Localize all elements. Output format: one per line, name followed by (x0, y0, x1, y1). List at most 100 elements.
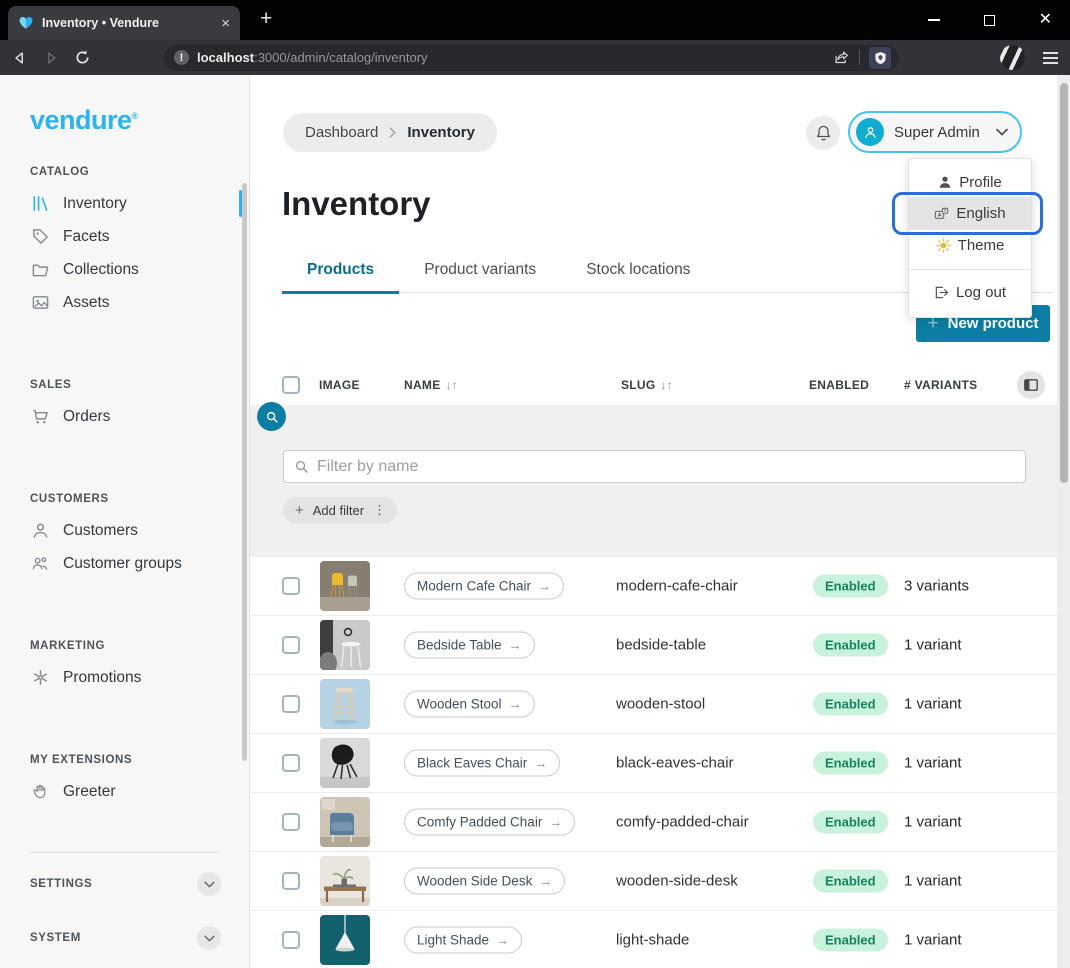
product-thumbnail[interactable] (320, 738, 370, 788)
site-info-icon[interactable]: ! (174, 50, 189, 65)
product-name-link[interactable]: Black Eaves Chair→ (404, 750, 560, 777)
scrollbar-thumb[interactable] (1060, 83, 1068, 483)
address-bar[interactable]: ! localhost:3000/admin/catalog/inventory (164, 45, 899, 71)
column-settings-button[interactable] (1017, 371, 1045, 399)
sidebar-item-greeter[interactable]: Greeter (0, 775, 249, 808)
table-row: Wooden Side Desk→ wooden-side-desk Enabl… (250, 852, 1057, 911)
table-header: IMAGE NAME↓↑ SLUG↓↑ ENABLED # VARIANTS (250, 365, 1057, 405)
menu-item-theme[interactable]: Theme (909, 230, 1031, 260)
folder-icon (30, 260, 50, 279)
product-thumbnail[interactable] (320, 620, 370, 670)
share-icon[interactable] (833, 50, 850, 65)
sidebar-section-system[interactable]: SYSTEM (0, 915, 249, 961)
reload-icon[interactable] (74, 49, 91, 66)
product-thumbnail[interactable] (320, 797, 370, 847)
sort-icon[interactable]: ↓↑ (661, 378, 674, 392)
window-maximize-icon[interactable] (984, 15, 995, 26)
product-name-link[interactable]: Bedside Table→ (404, 632, 535, 659)
url-path: :3000/admin/catalog/inventory (254, 50, 427, 65)
breadcrumb[interactable]: Dashboard Inventory (283, 113, 497, 152)
columns-icon (1024, 379, 1038, 391)
breadcrumb-dashboard[interactable]: Dashboard (305, 124, 378, 141)
menu-divider (909, 269, 1031, 270)
product-name-link[interactable]: Modern Cafe Chair→ (404, 573, 564, 600)
product-slug: comfy-padded-chair (616, 814, 749, 831)
browser-tab[interactable]: Inventory • Vendure × (8, 6, 240, 40)
user-menu-button[interactable]: Super Admin (848, 111, 1022, 153)
select-all-checkbox[interactable] (282, 376, 300, 394)
sidebar-section-settings[interactable]: SETTINGS (0, 861, 249, 907)
row-checkbox[interactable] (282, 931, 300, 949)
menu-item-language[interactable]: English (909, 197, 1031, 230)
column-header-enabled: ENABLED (809, 378, 869, 392)
row-checkbox[interactable] (282, 695, 300, 713)
section-label: CUSTOMERS (0, 493, 249, 505)
row-checkbox[interactable] (282, 636, 300, 654)
variant-count: 3 variants (904, 578, 969, 595)
kebab-menu-icon[interactable]: ⋮ (373, 502, 386, 518)
sidebar-section-customers: CUSTOMERS Customers Customer groups (0, 493, 249, 580)
back-icon[interactable] (12, 50, 28, 66)
user-name: Super Admin (894, 124, 986, 141)
row-checkbox[interactable] (282, 872, 300, 890)
notifications-button[interactable] (806, 116, 840, 150)
brave-shields-icon[interactable] (869, 47, 891, 69)
product-slug: wooden-side-desk (616, 873, 738, 890)
arrow-right-icon: → (539, 874, 552, 889)
filter-input[interactable] (317, 458, 1015, 476)
product-name-link[interactable]: Light Shade→ (404, 927, 522, 954)
tab-product-variants[interactable]: Product variants (399, 261, 561, 292)
breadcrumb-current: Inventory (407, 124, 475, 141)
filter-input-wrap[interactable] (283, 450, 1026, 483)
product-thumbnail[interactable] (320, 679, 370, 729)
status-badge: Enabled (813, 929, 888, 952)
row-checkbox[interactable] (282, 577, 300, 595)
chevron-down-icon[interactable] (197, 872, 221, 896)
image-icon (30, 293, 50, 312)
menu-item-logout[interactable]: Log out (909, 277, 1031, 307)
sidebar-item-customer-groups[interactable]: Customer groups (0, 547, 249, 580)
sidebar-item-assets[interactable]: Assets (0, 286, 249, 319)
search-toggle-button[interactable] (257, 402, 286, 431)
column-header-variants: # VARIANTS (904, 378, 977, 392)
column-header-name[interactable]: NAME↓↑ (404, 378, 458, 392)
row-checkbox[interactable] (282, 754, 300, 772)
arrow-right-icon: → (496, 933, 509, 948)
tab-products[interactable]: Products (282, 261, 399, 292)
add-filter-button[interactable]: + Add filter ⋮ (283, 497, 397, 523)
sort-icon[interactable]: ↓↑ (446, 378, 459, 392)
status-badge: Enabled (813, 634, 888, 657)
sidebar-item-customers[interactable]: Customers (0, 514, 249, 547)
product-name-link[interactable]: Wooden Side Desk→ (404, 868, 565, 895)
arrow-right-icon: → (509, 697, 522, 712)
hand-icon (30, 782, 50, 801)
chevron-down-icon[interactable] (197, 926, 221, 950)
sidebar-item-orders[interactable]: Orders (0, 400, 249, 433)
window-minimize-icon[interactable] (928, 19, 940, 21)
product-name-link[interactable]: Comfy Padded Chair→ (404, 809, 575, 836)
sidebar-item-collections[interactable]: Collections (0, 253, 249, 286)
tab-stock-locations[interactable]: Stock locations (561, 261, 715, 292)
user-avatar-icon (856, 118, 884, 146)
product-thumbnail[interactable] (320, 561, 370, 611)
menu-item-profile[interactable]: Profile (909, 167, 1031, 197)
browser-profile-avatar[interactable] (1000, 45, 1025, 70)
sidebar-item-promotions[interactable]: Promotions (0, 661, 249, 694)
forward-icon[interactable] (43, 50, 59, 66)
sidebar-scrollbar[interactable] (242, 183, 247, 761)
tab-close-icon[interactable]: × (221, 16, 230, 31)
sidebar-item-inventory[interactable]: Inventory (0, 187, 249, 220)
row-checkbox[interactable] (282, 813, 300, 831)
product-thumbnail[interactable] (320, 915, 370, 965)
window-close-icon[interactable]: ✕ (1039, 12, 1052, 28)
new-tab-icon[interactable]: + (260, 8, 272, 29)
column-header-slug[interactable]: SLUG↓↑ (621, 378, 673, 392)
page-scrollbar[interactable] (1057, 75, 1070, 968)
table-row: Black Eaves Chair→ black-eaves-chair Ena… (250, 734, 1057, 793)
browser-menu-icon[interactable] (1043, 52, 1058, 64)
column-header-image: IMAGE (319, 378, 360, 392)
sidebar-item-facets[interactable]: Facets (0, 220, 249, 253)
variant-count: 1 variant (904, 755, 962, 772)
product-name-link[interactable]: Wooden Stool→ (404, 691, 535, 718)
product-thumbnail[interactable] (320, 856, 370, 906)
